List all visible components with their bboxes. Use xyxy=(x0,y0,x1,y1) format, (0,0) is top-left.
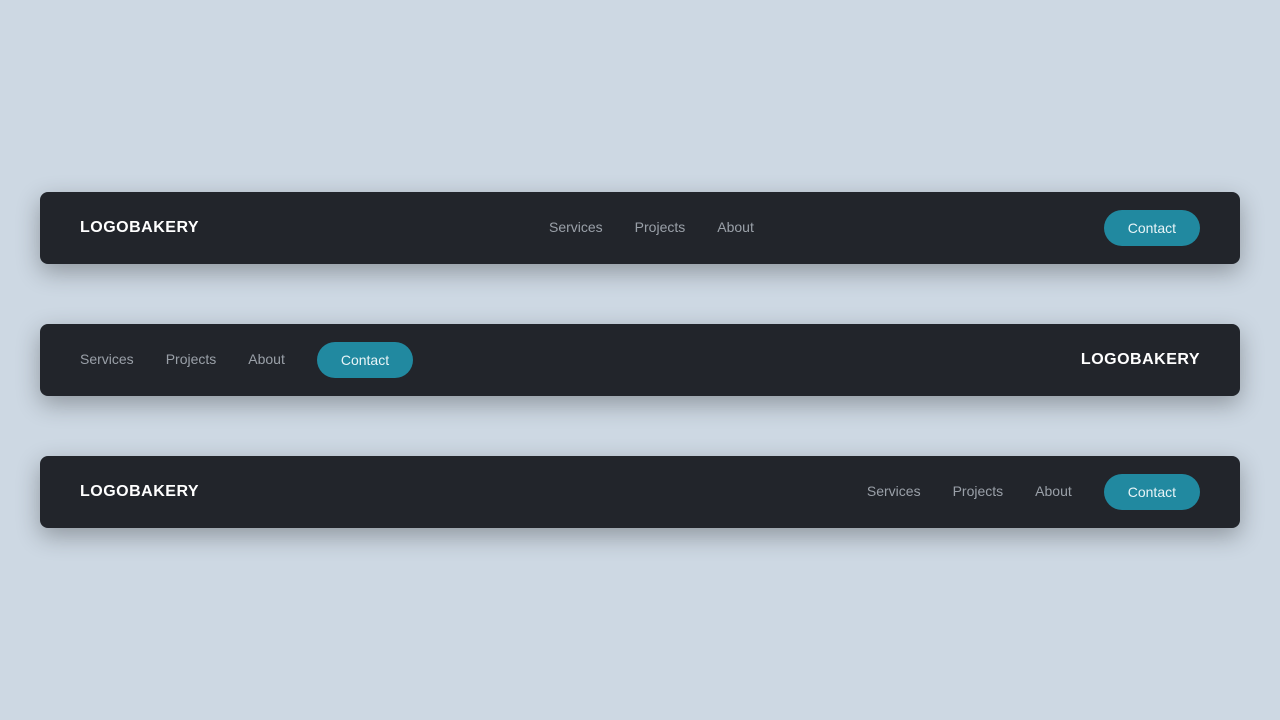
navbar1-links: Services Projects About xyxy=(549,219,754,237)
navbar1-nav-list: Services Projects About xyxy=(549,219,754,237)
navbar-1: LOGOBAKERY Services Projects About Conta… xyxy=(40,192,1240,264)
navbar3-right: Services Projects About Contact xyxy=(867,474,1200,510)
navbar2-nav-list: Services Projects About xyxy=(80,351,285,369)
navbar3-nav-list: Services Projects About xyxy=(867,483,1072,501)
navbar3-link-projects[interactable]: Projects xyxy=(953,483,1004,501)
navbar2-left: Services Projects About Contact xyxy=(80,342,413,378)
navbar1-contact-button[interactable]: Contact xyxy=(1104,210,1200,246)
navbar-3: LOGOBAKERY Services Projects About Conta… xyxy=(40,456,1240,528)
navbar3-link-services[interactable]: Services xyxy=(867,483,921,501)
navbar1-link-about[interactable]: About xyxy=(717,219,754,237)
navbar3-contact-button[interactable]: Contact xyxy=(1104,474,1200,510)
navbar2-contact-button[interactable]: Contact xyxy=(317,342,413,378)
navbar-2: Services Projects About Contact LOGOBAKE… xyxy=(40,324,1240,396)
navbar1-center: Services Projects About xyxy=(549,219,754,237)
navbar3-link-about[interactable]: About xyxy=(1035,483,1072,501)
navbar2-link-about[interactable]: About xyxy=(248,351,285,369)
navbar2-link-services[interactable]: Services xyxy=(80,351,134,369)
navbar3-logo: LOGOBAKERY xyxy=(80,483,199,501)
navbar1-logo: LOGOBAKERY xyxy=(80,219,199,237)
navbar2-logo: LOGOBAKERY xyxy=(1081,351,1200,369)
navbar1-link-projects[interactable]: Projects xyxy=(635,219,686,237)
navbar1-link-services[interactable]: Services xyxy=(549,219,603,237)
navbar2-link-projects[interactable]: Projects xyxy=(166,351,217,369)
